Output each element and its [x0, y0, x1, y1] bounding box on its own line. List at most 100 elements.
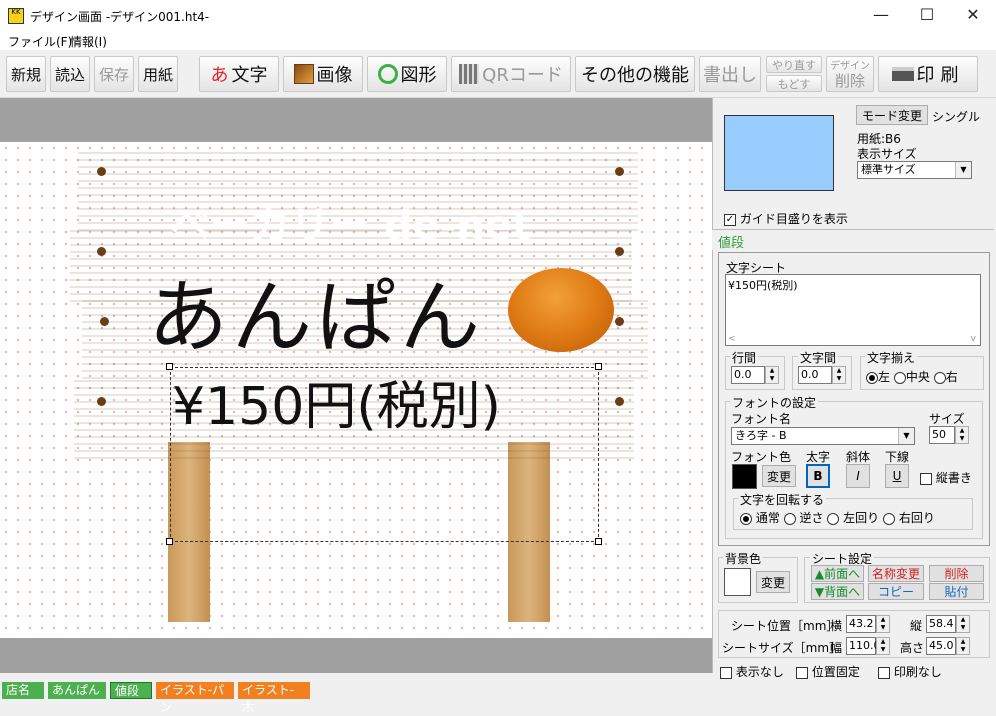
lock-position-checkbox[interactable]	[796, 666, 808, 679]
text-a-icon: あ	[210, 65, 229, 86]
vertical-writing-row[interactable]: 縦書き	[920, 469, 972, 486]
bring-front-button[interactable]: ▲前面へ	[811, 565, 864, 582]
maximize-button[interactable]: ☐	[904, 0, 950, 32]
menu-file[interactable]: ファイル(F)	[8, 33, 72, 50]
new-button[interactable]: 新規	[6, 56, 46, 92]
paper-button[interactable]: 用紙	[138, 56, 178, 92]
guide-checkbox-label: ガイド目盛りを表示	[739, 212, 848, 226]
height-input[interactable]: 45.0	[926, 637, 956, 655]
underline-label: 下線	[885, 450, 910, 464]
font-color-swatch[interactable]	[732, 464, 757, 489]
redo-button[interactable]: やり直す	[766, 56, 822, 73]
send-back-button[interactable]: ▼背面へ	[811, 583, 864, 600]
copy-button[interactable]: コピー	[868, 583, 924, 600]
text-button[interactable]: あ 文字	[199, 56, 279, 92]
pos-x-spinner[interactable]: ▲ ▼	[876, 615, 890, 633]
selection-box[interactable]	[170, 367, 599, 542]
underline-button[interactable]: U	[885, 464, 909, 488]
rotate-left-radio[interactable]	[827, 512, 840, 525]
font-size-spinner[interactable]: ▲ ▼	[955, 426, 969, 444]
sheet-tab-selected[interactable]: 値段	[110, 682, 152, 699]
align-center-radio[interactable]	[893, 371, 906, 384]
pos-y-spinner[interactable]: ▲ ▼	[956, 615, 970, 633]
hide-checkbox[interactable]	[720, 666, 732, 679]
rename-button[interactable]: 名称変更	[868, 565, 924, 582]
sheet-tab[interactable]: 店名	[2, 682, 44, 699]
guide-checkbox-row[interactable]: ✓ ガイド目盛りを表示	[724, 210, 848, 227]
undo-button[interactable]: もどす	[766, 75, 822, 92]
rotate-normal-radio[interactable]	[740, 512, 752, 525]
resize-handle[interactable]	[595, 363, 602, 370]
display-size-label: 表示サイズ	[857, 147, 917, 161]
font-size-input[interactable]: 50	[929, 426, 955, 444]
display-size-select[interactable]: 標準サイズ ▼	[857, 161, 972, 179]
image-button-label: 画像	[316, 65, 353, 86]
align-right-radio[interactable]	[933, 371, 946, 384]
line-spacing-label: 行間	[730, 349, 759, 366]
no-print-checkbox[interactable]	[878, 666, 890, 679]
font-color-change-button[interactable]: 変更	[762, 465, 796, 487]
sheet-tab[interactable]: イラスト-木	[238, 682, 310, 714]
delete-design-button[interactable]: デザイン 削除	[826, 56, 874, 92]
guide-checkbox[interactable]: ✓	[724, 213, 736, 226]
menu-info[interactable]: 情報(I)	[70, 33, 107, 50]
nail-icon	[615, 317, 624, 326]
export-button[interactable]: 書出し	[699, 56, 761, 92]
vertical-writing-checkbox[interactable]	[920, 472, 932, 485]
image-button[interactable]: 画像	[283, 56, 363, 92]
line-spacing-spinner[interactable]: ▲ ▼	[765, 366, 779, 384]
shape-button[interactable]: 図形	[367, 56, 447, 92]
sign-product-text[interactable]: あんぱん	[148, 253, 484, 369]
rotate-reverse-radio[interactable]	[783, 512, 796, 525]
other-functions-button[interactable]: その他の機能	[575, 56, 695, 92]
align-center-label: 中央	[905, 370, 930, 384]
hide-label: 表示なし	[735, 665, 784, 679]
char-spacing-input[interactable]: 0.0	[798, 366, 832, 384]
pos-y-input[interactable]: 58.4	[926, 615, 956, 633]
width-spinner[interactable]: ▲ ▼	[876, 637, 890, 655]
print-button-label: 印刷	[916, 65, 965, 86]
height-spinner[interactable]: ▲ ▼	[956, 637, 970, 655]
background-color-label: 背景色	[723, 550, 764, 567]
print-button[interactable]: 印刷	[878, 56, 978, 92]
text-sheet-textarea[interactable]: ¥150円(税別) < v	[725, 274, 981, 346]
sign-title-text[interactable]: ベーカリー de-net	[170, 193, 531, 251]
resize-handle[interactable]	[166, 538, 173, 545]
sheet-tab[interactable]: あんぱん	[48, 682, 106, 699]
open-button[interactable]: 読込	[50, 56, 90, 92]
scroll-down-icon[interactable]: v	[971, 334, 976, 344]
rotate-label: 文字を回転する	[738, 491, 827, 508]
lock-position-row[interactable]: 位置固定	[796, 663, 860, 680]
pos-x-label: 横	[830, 619, 843, 633]
qr-button[interactable]: QRコード	[451, 56, 571, 92]
pos-x-input[interactable]: 43.2	[846, 615, 876, 633]
paste-button[interactable]: 貼付	[929, 583, 984, 600]
scroll-left-icon[interactable]: <	[728, 334, 736, 344]
background-color-swatch[interactable]	[724, 568, 751, 596]
bold-button[interactable]: B	[806, 464, 830, 488]
width-input[interactable]: 110.0	[846, 637, 881, 655]
resize-handle[interactable]	[166, 363, 173, 370]
char-spacing-spinner[interactable]: ▲ ▼	[832, 366, 846, 384]
delete-sheet-button[interactable]: 削除	[929, 565, 984, 582]
minimize-button[interactable]: —	[858, 0, 904, 32]
qr-code-icon	[459, 64, 480, 84]
hide-row[interactable]: 表示なし	[720, 663, 784, 680]
paper-preview	[724, 115, 834, 191]
close-button[interactable]: ✕	[950, 0, 996, 32]
pos-y-label: 縦	[910, 619, 923, 633]
alignment-label: 文字揃え	[865, 349, 918, 366]
resize-handle[interactable]	[595, 538, 602, 545]
anpan-illustration[interactable]	[508, 268, 614, 352]
sheet-tab[interactable]: イラスト-パン	[156, 682, 234, 714]
line-spacing-input[interactable]: 0.0	[731, 366, 765, 384]
italic-button[interactable]: I	[846, 464, 870, 488]
save-button[interactable]: 保存	[94, 56, 134, 92]
rotate-right-radio[interactable]	[883, 512, 896, 525]
no-print-row[interactable]: 印刷なし	[878, 663, 942, 680]
align-left-radio[interactable]	[866, 371, 878, 384]
background-color-change-button[interactable]: 変更	[756, 571, 790, 593]
mode-change-button[interactable]: モード変更	[856, 105, 928, 125]
chevron-down-icon: ▼	[898, 428, 914, 444]
font-name-select[interactable]: きろ字 - B ▼	[731, 427, 915, 445]
